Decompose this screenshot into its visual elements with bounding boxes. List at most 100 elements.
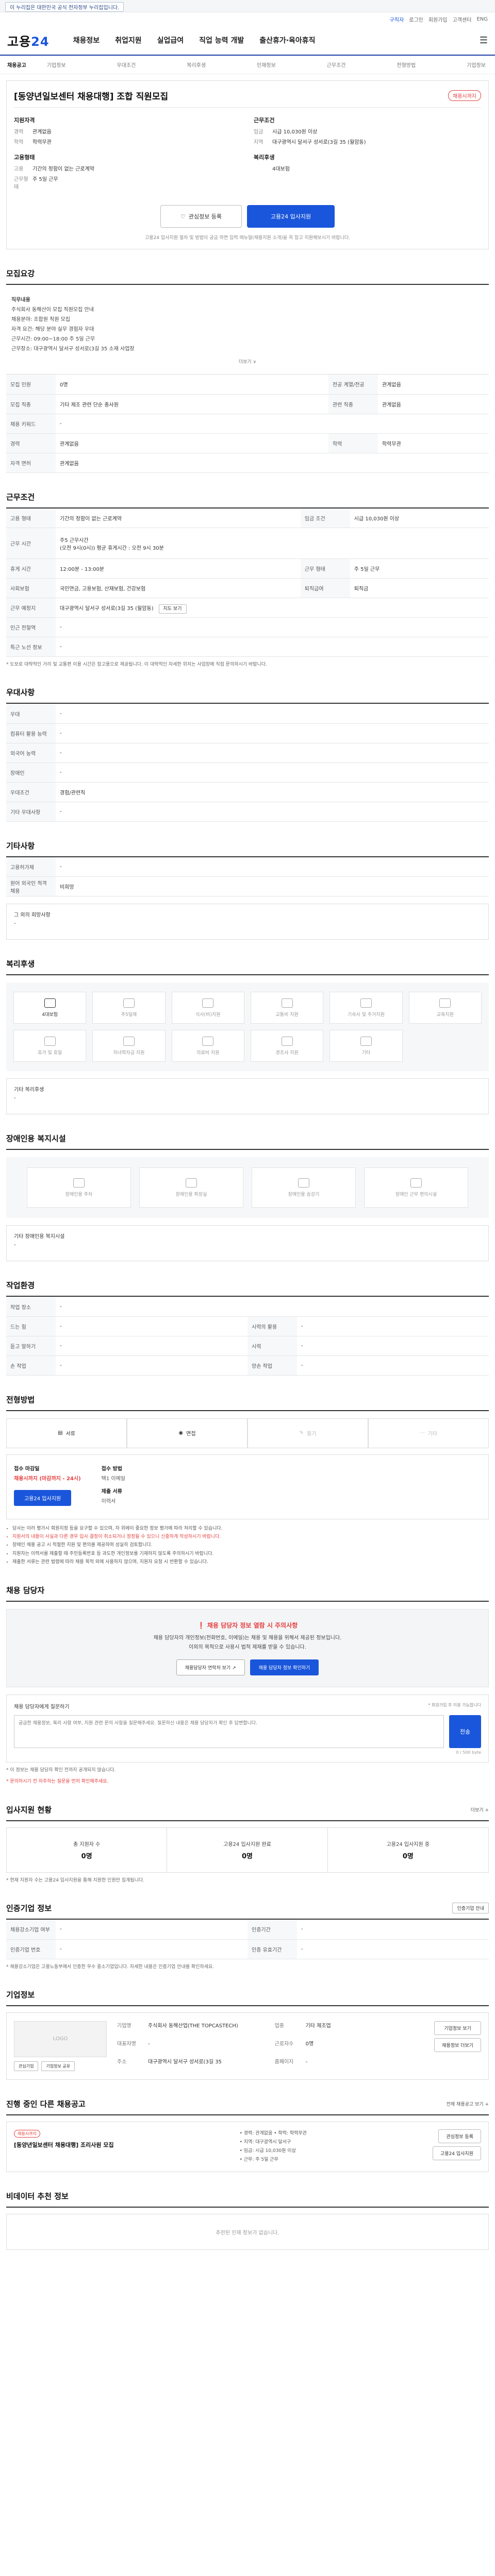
menu-jobs[interactable]: 채용정보	[73, 35, 100, 45]
apply-box: 접수 마감일 채용시까지 (마감까지 - 24시) 고용24 입사지원 접수 방…	[6, 1454, 489, 1519]
hamburger-icon[interactable]: ☰	[480, 35, 488, 46]
benefit-tuition: 자녀학자금 지원	[92, 1030, 166, 1062]
step-document: ▤ 서류	[6, 1418, 127, 1448]
benefit-etc: 기타	[329, 1030, 403, 1062]
method-section: 전형방법 ▤ 서류 ◉ 면접 ✎ 필기 ⋯ 기타 접수 마감일 채용시까지 (마감까지 …	[6, 1394, 489, 1566]
disability-facility: 장애인 근무 편의시설	[364, 1167, 468, 1208]
toilet-icon	[186, 1178, 197, 1188]
job-description: 직무내용 주식회사 동해산이 모집 직원모집 안내 채용분야: 조합원 직원 모…	[6, 285, 489, 375]
company-detail-button[interactable]: 기업정보 보기	[434, 2021, 481, 2035]
tab-work[interactable]: 근무조건	[327, 61, 346, 69]
school-icon	[123, 1036, 135, 1046]
etc-note: 그 외의 희망사항 -	[6, 904, 489, 940]
scrap-button[interactable]: ♡ 관심정보 등록	[160, 205, 242, 228]
benefit-grid: 4대보험 주5일제 식사(비)지원 교통비 지원 기숙사 및 주거지원 교육지원…	[6, 982, 489, 1072]
site-logo[interactable]: 고용24	[7, 31, 50, 49]
pen-icon: ✎	[299, 1430, 304, 1436]
util-highlight[interactable]: 구직자	[390, 15, 404, 23]
apply-button[interactable]: 고용24 입사지원	[247, 205, 335, 228]
summary-benefit-title: 복리후생	[254, 154, 275, 161]
recruit-section: 모집요강 직무내용 주식회사 동해산이 모집 직원모집 안내 채용분야: 조합원…	[6, 268, 489, 473]
related-job-card[interactable]: 채용시까지 [동양년일보센터 채용대행] 조리사원 모집 • 경력: 관계없음 …	[6, 2121, 489, 2173]
more-toggle[interactable]: 더보기 ∨	[11, 358, 484, 367]
tab-current[interactable]: 채용공고	[7, 61, 26, 69]
company-logo: LOGO	[14, 2021, 107, 2057]
util-signup[interactable]: 회원가입	[428, 15, 448, 23]
tab-method[interactable]: 전형방법	[397, 61, 416, 69]
view-contact-button[interactable]: 채용담당자 연락처 보기 ↗	[176, 1659, 245, 1675]
fav-company-button[interactable]: 관심기업	[14, 2061, 39, 2071]
inquiry-send-button[interactable]: 전송	[449, 1715, 481, 1748]
tab-benefit[interactable]: 복리후생	[187, 61, 206, 69]
utility-bar: 구직자 로그인 회원가입 고객센터 ENG	[0, 12, 495, 26]
wheelchair-icon	[410, 1178, 422, 1188]
disability-note: 기타 장애인용 복지시설 -	[6, 1225, 489, 1262]
step-etc: ⋯ 기타	[368, 1418, 489, 1448]
company-section: 기업정보 LOGO 관심기업 기업정보 공유 기업명 주식회사 동해산업(THE …	[6, 1989, 489, 2080]
inquiry-input[interactable]	[14, 1715, 444, 1748]
menu-unemployment[interactable]: 실업급여	[157, 35, 184, 45]
benefit-section: 복리후생 4대보험 주5일제 식사(비)지원 교통비 지원 기숙사 및 주거지원…	[6, 958, 489, 1115]
apply-box-button[interactable]: 고용24 입사지원	[14, 1489, 72, 1506]
benefit-holiday: 휴가 및 휴일	[13, 1030, 87, 1062]
benefit-medical: 의료비 지원	[171, 1030, 244, 1062]
tab-preference[interactable]: 우대조건	[117, 61, 136, 69]
disability-parking: 장애인용 주차	[27, 1167, 131, 1208]
related-job-title[interactable]: [동양년일보센터 채용대행] 조리사원 모집	[14, 2141, 114, 2149]
stat-ongoing: 고용24 입사지원 중 0명	[386, 1841, 430, 1860]
global-nav: 고용24 채용정보 취업지원 실업급여 직업 능력 개발 출산휴가·육아휴직 ☰	[0, 26, 495, 56]
parking-icon	[73, 1178, 85, 1188]
menu-employment-support[interactable]: 취업지원	[115, 35, 142, 45]
talent-empty: 추천된 인재 정보가 없습니다.	[6, 2214, 489, 2250]
etc-icon	[360, 1036, 372, 1046]
tab-talent[interactable]: 인재정보	[257, 61, 276, 69]
confirm-contact-button[interactable]: 채용 담당자 정보 확인하기	[250, 1659, 319, 1675]
work-section: 근무조건 고용 형태 기간의 정함이 없는 근로계약 임금 조건 시급 10,030원…	[6, 492, 489, 669]
job-title: [동양년일보센터 채용대행] 조합 직원모집	[14, 92, 169, 102]
summary-qualification-title: 지원자격	[14, 117, 35, 124]
benefit-event: 경조사 지원	[250, 1030, 324, 1062]
map-button[interactable]: 지도 보기	[158, 604, 187, 614]
house-icon	[360, 998, 372, 1008]
etc-step-icon: ⋯	[419, 1430, 425, 1436]
menu-training[interactable]: 직업 능력 개발	[199, 35, 244, 45]
related-apply-button[interactable]: 고용24 입사지원	[432, 2146, 481, 2160]
auth-guide-button[interactable]: 인증기업 안내	[452, 1903, 489, 1914]
insurance-icon	[44, 998, 56, 1008]
interview-icon: ◉	[178, 1430, 184, 1436]
company-card: LOGO 관심기업 기업정보 공유 기업명 주식회사 동해산업(THE TOPCA…	[6, 2012, 489, 2080]
benefit-note: 기타 복리후생 -	[6, 1078, 489, 1115]
preference-table: 우대 - 컴퓨터 활용 능력 - 외국어 능력 - 장애인 - 우대조건 경험/관련직 기…	[6, 704, 489, 822]
stats-more[interactable]: 더보기 +	[471, 1806, 489, 1813]
util-help[interactable]: 고객센터	[453, 15, 472, 23]
stats-section: 입사지원 현황 더보기 + 총 지원자 수 0명 고용24 입사지원 완료 0명 고용…	[6, 1805, 489, 1883]
calendar-icon	[123, 998, 135, 1008]
stats-grid: 총 지원자 수 0명 고용24 입사지원 완료 0명 고용24 입사지원 중 0명	[6, 1827, 489, 1873]
util-lang[interactable]: ENG	[476, 16, 488, 22]
related-scrap-button[interactable]: 관심정보 등록	[438, 2129, 481, 2143]
step-written: ✎ 필기	[248, 1418, 368, 1448]
job-summary-card: [동양년일보센터 채용대행] 조합 직원모집 채용시까지 지원자격 경력 관계없음…	[6, 80, 489, 249]
environment-section: 작업환경 작업 장소 - 드는 힘 - 시력의 활용 - 듣고 말하기 - 시력 - 손 작업…	[6, 1280, 489, 1376]
book-icon	[439, 998, 451, 1008]
company-info: 기업명 주식회사 동해산업(THE TOPCASTECH) 업종 기타 제조업 대표…	[117, 2023, 331, 2065]
related-more[interactable]: 전체 채용공고 보기 +	[447, 2100, 489, 2107]
company-jobs-button[interactable]: 채용정보 더보기	[434, 2038, 481, 2052]
stat-total: 총 지원자 수 0명	[7, 1827, 168, 1872]
tab-company-2[interactable]: 기업정보	[467, 61, 486, 69]
gov-notice: 이 누리집은 대한민국 공식 전자정부 누리집입니다.	[5, 2, 124, 12]
tab-company[interactable]: 기업정보	[47, 61, 66, 69]
util-login[interactable]: 로그인	[409, 15, 423, 23]
benefit-5day: 주5일제	[92, 992, 166, 1024]
share-company-button[interactable]: 기업정보 공유	[41, 2061, 75, 2071]
menu-leave[interactable]: 출산휴가·육아휴직	[259, 35, 315, 45]
benefit-meal: 식사(비)지원	[171, 992, 244, 1024]
disability-elevator: 장애인용 승강기	[252, 1167, 356, 1208]
main-menu: 채용정보 취업지원 실업급여 직업 능력 개발 출산휴가·육아휴직	[73, 35, 480, 45]
auth-table: 채용강소기업 여부 - 인증기간 - 인증기업 번호 - 인증 유효기간 -	[6, 1920, 489, 1959]
byte-count: 0 / 500 byte	[456, 1750, 481, 1755]
contact-section: 채용 담당자 ❗ 채용 담당자 정보 열람 시 주의사항 채용 담당자의 개인정…	[6, 1585, 489, 1786]
contact-warning: ❗ 채용 담당자 정보 열람 시 주의사항 채용 담당자의 개인정보(전화번호,…	[6, 1608, 489, 1687]
summary-condition-title: 근무조건	[254, 117, 275, 124]
preference-section: 우대사항 우대 - 컴퓨터 활용 능력 - 외국어 능력 - 장애인 - 우대조건 경험/…	[6, 687, 489, 822]
